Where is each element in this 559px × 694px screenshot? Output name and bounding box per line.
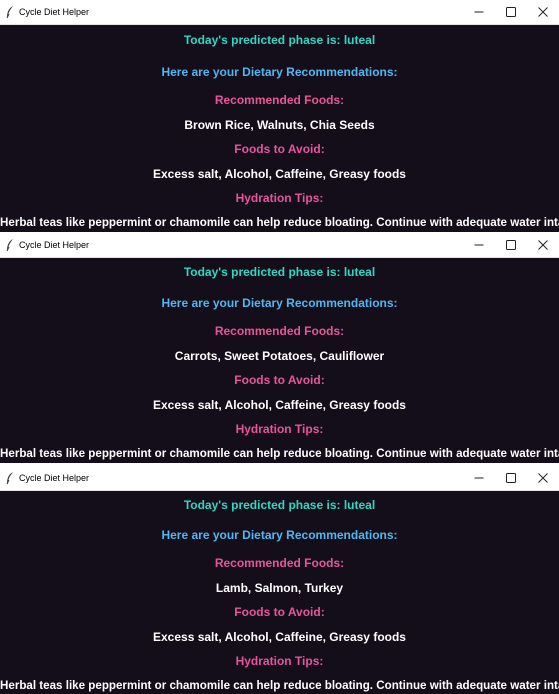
window-stack: Cycle Diet Helper Today's predicted phas… — [0, 0, 559, 694]
title-bar[interactable]: Cycle Diet Helper — [0, 466, 559, 491]
phase-text: Today's predicted phase is: luteal — [183, 498, 376, 512]
recommended-foods-label: Recommended Foods: — [214, 556, 345, 570]
app-window: Cycle Diet Helper Today's predicted phas… — [0, 0, 559, 232]
recommendations-header: Here are your Dietary Recommendations: — [161, 528, 398, 542]
feather-icon — [5, 238, 15, 252]
feather-icon — [5, 471, 15, 485]
maximize-icon[interactable] — [495, 466, 527, 490]
hydration-tip-value: Herbal teas like peppermint or chamomile… — [0, 679, 559, 692]
window-controls — [463, 0, 559, 24]
foods-to-avoid-value: Excess salt, Alcohol, Caffeine, Greasy f… — [153, 398, 406, 412]
hydration-tips-label: Hydration Tips: — [235, 654, 324, 668]
recommended-foods-value: Lamb, Salmon, Turkey — [215, 581, 344, 595]
close-icon[interactable] — [527, 466, 559, 490]
recommended-foods-value: Brown Rice, Walnuts, Chia Seeds — [184, 118, 375, 132]
minimize-icon[interactable] — [463, 233, 495, 257]
phase-text: Today's predicted phase is: luteal — [183, 265, 376, 279]
foods-to-avoid-label: Foods to Avoid: — [234, 142, 325, 156]
recommendations-header: Here are your Dietary Recommendations: — [161, 296, 398, 310]
minimize-icon[interactable] — [463, 0, 495, 24]
feather-icon — [5, 5, 15, 19]
foods-to-avoid-value: Excess salt, Alcohol, Caffeine, Greasy f… — [153, 167, 406, 181]
maximize-icon[interactable] — [495, 233, 527, 257]
recommended-foods-label: Recommended Foods: — [214, 93, 345, 107]
foods-to-avoid-label: Foods to Avoid: — [234, 373, 325, 387]
title-bar[interactable]: Cycle Diet Helper — [0, 0, 559, 25]
app-window: Cycle Diet Helper Today's predicted phas… — [0, 466, 559, 694]
hydration-tip-value: Herbal teas like peppermint or chamomile… — [0, 216, 559, 229]
window-controls — [463, 466, 559, 490]
window-title: Cycle Diet Helper — [19, 240, 90, 250]
hydration-tips-label: Hydration Tips: — [235, 422, 324, 436]
recommendations-header: Here are your Dietary Recommendations: — [161, 65, 398, 79]
hydration-tip-value: Herbal teas like peppermint or chamomile… — [0, 447, 559, 460]
window-controls — [463, 233, 559, 257]
foods-to-avoid-label: Foods to Avoid: — [234, 605, 325, 619]
title-bar[interactable]: Cycle Diet Helper — [0, 233, 559, 258]
maximize-icon[interactable] — [495, 0, 527, 24]
recommended-foods-value: Carrots, Sweet Potatoes, Cauliflower — [174, 349, 385, 363]
foods-to-avoid-value: Excess salt, Alcohol, Caffeine, Greasy f… — [153, 630, 406, 644]
window-title: Cycle Diet Helper — [19, 473, 90, 483]
close-icon[interactable] — [527, 233, 559, 257]
close-icon[interactable] — [527, 0, 559, 24]
window-title: Cycle Diet Helper — [19, 7, 90, 17]
minimize-icon[interactable] — [463, 466, 495, 490]
hydration-tips-label: Hydration Tips: — [235, 191, 324, 205]
recommended-foods-label: Recommended Foods: — [214, 324, 345, 338]
phase-text: Today's predicted phase is: luteal — [183, 33, 376, 47]
app-window: Cycle Diet Helper Today's predicted phas… — [0, 233, 559, 463]
